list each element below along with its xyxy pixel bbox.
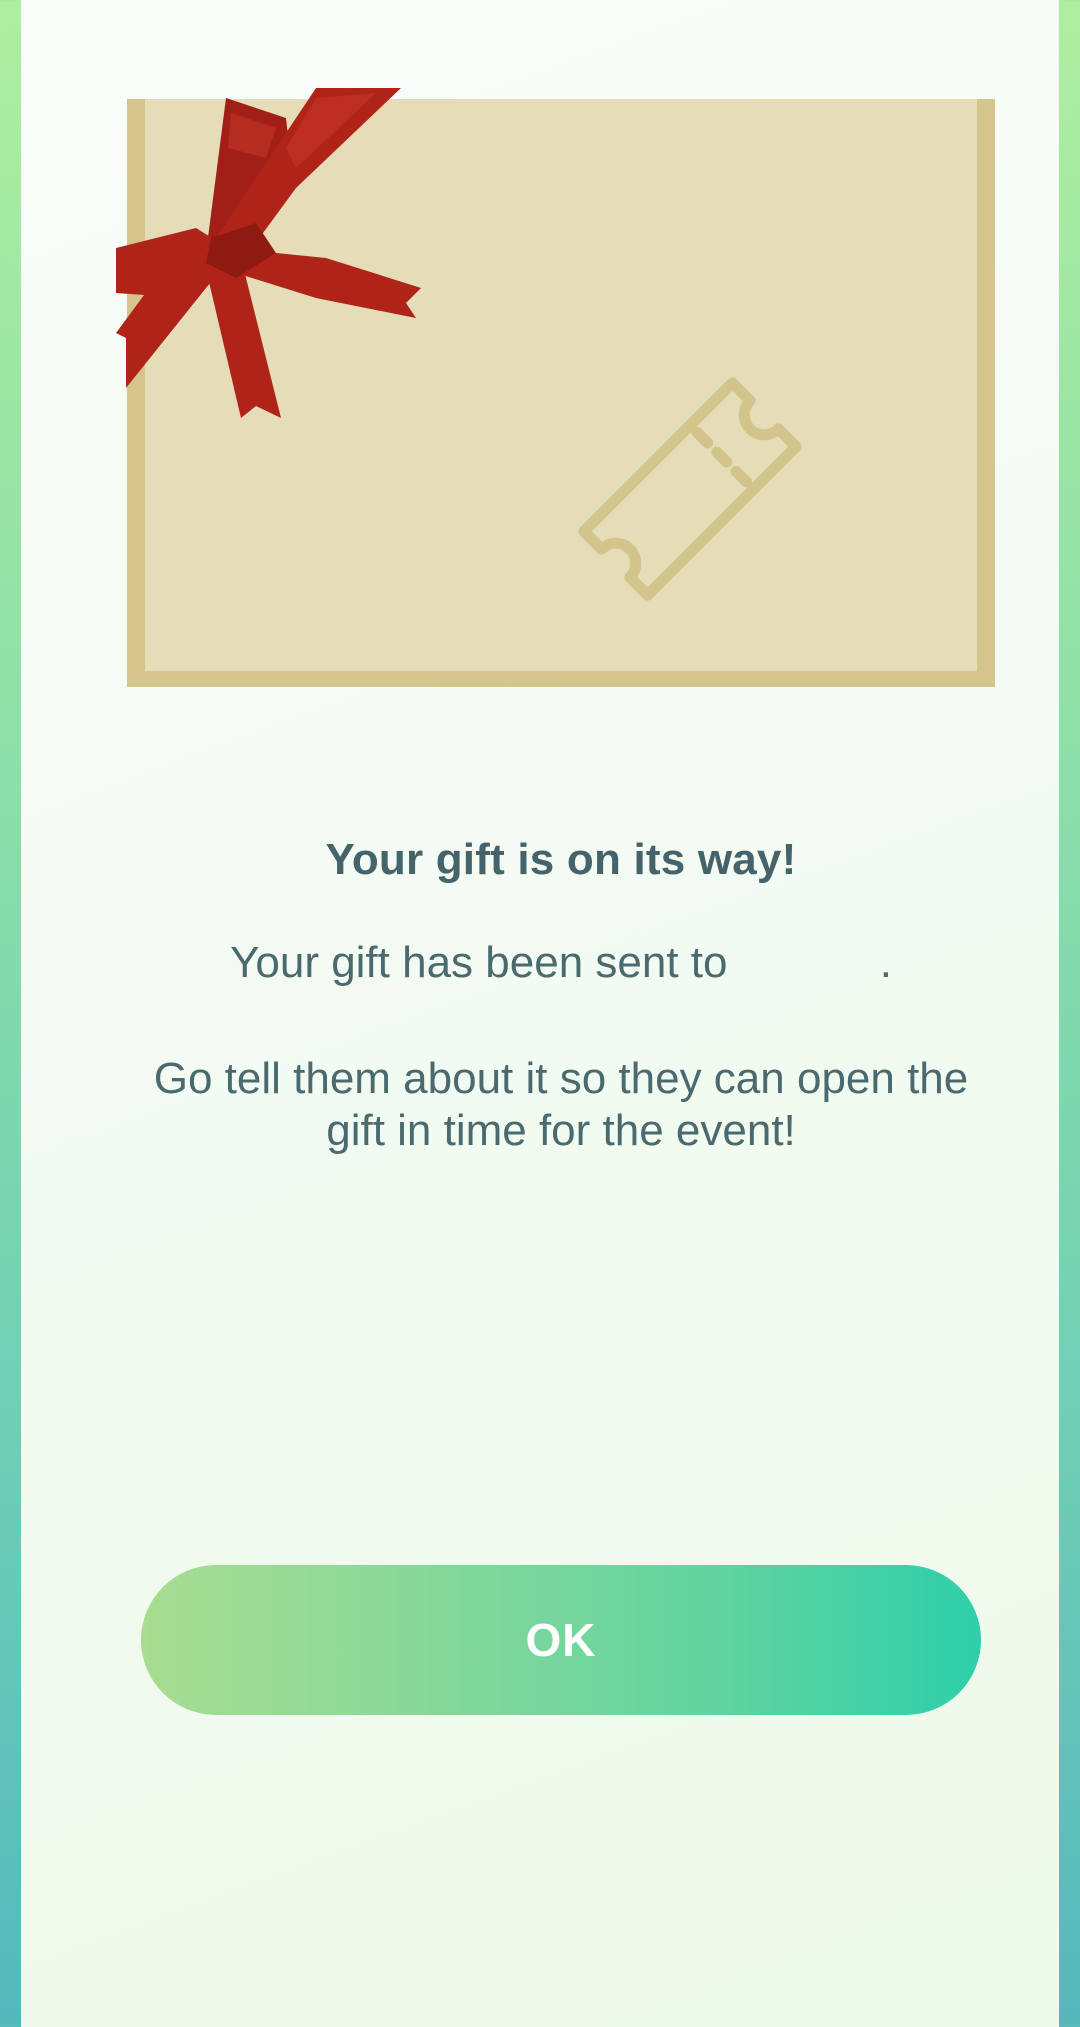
sent-line: Your gift has been sent to . (21, 938, 1080, 988)
dialog-title: Your gift is on its way! (325, 835, 797, 884)
ribbon-bow-icon (116, 88, 421, 418)
ok-button[interactable]: OK (141, 1565, 981, 1715)
ok-button-label: OK (525, 1614, 597, 1666)
dialog-message: Go tell them about it so they can open t… (153, 1054, 969, 1155)
ticket-icon (578, 377, 802, 601)
sent-prefix: Your gift has been sent to (230, 938, 728, 987)
sent-suffix: . (879, 938, 892, 987)
dialog-panel: Your gift is on its way! Your gift has b… (21, 0, 1059, 2027)
